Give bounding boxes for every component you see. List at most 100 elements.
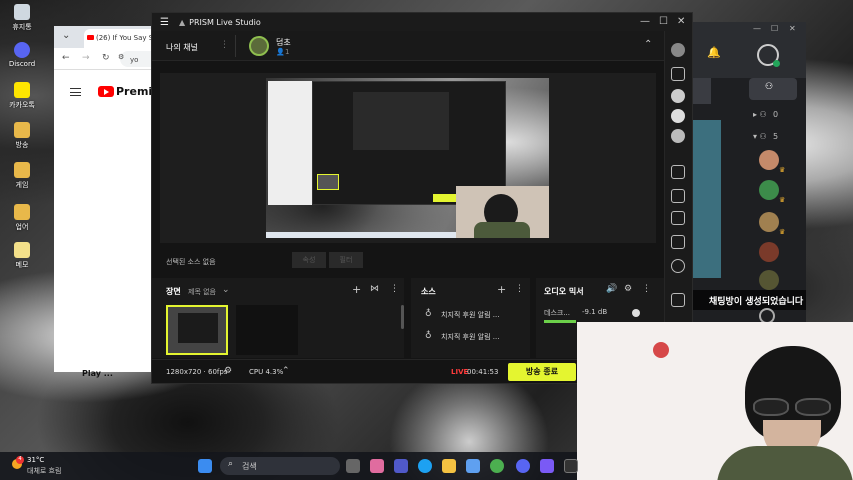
- prism-taskbar-icon[interactable]: [564, 459, 578, 473]
- scene-scrollbar[interactable]: [401, 305, 404, 329]
- category-1-count: 0: [773, 110, 779, 119]
- volume-slider-knob[interactable]: [632, 309, 640, 317]
- webcam-overlay: [577, 322, 853, 480]
- chevron-up-icon[interactable]: ⌃: [644, 39, 652, 50]
- reload-icon[interactable]: ↻: [102, 53, 110, 63]
- source-more-icon[interactable]: ⋮: [515, 284, 524, 294]
- channel-avatar[interactable]: [249, 36, 269, 56]
- discord-side-item[interactable]: [693, 78, 711, 104]
- dashboard-icon[interactable]: [671, 67, 685, 81]
- desktop-icon-discord[interactable]: Discord: [2, 42, 42, 68]
- audio-meter: [544, 320, 576, 323]
- scene-more-icon[interactable]: ⋮: [390, 284, 399, 294]
- maximize-icon[interactable]: ☐: [659, 16, 668, 27]
- discord-maximize-icon[interactable]: ☐: [771, 24, 778, 33]
- task-view-icon[interactable]: [346, 459, 360, 473]
- channel-bar: 나의 채널 ⋮ 덤초 👤 1 ⌃: [152, 31, 664, 61]
- teams-icon[interactable]: [394, 459, 408, 473]
- cpu-label: CPU 4.3%: [249, 368, 284, 376]
- add-scene-icon[interactable]: +: [352, 283, 361, 296]
- info-icon[interactable]: [671, 129, 685, 143]
- no-source-label: 선택된 소스 없음: [166, 258, 216, 266]
- site-settings-icon: ⚙: [118, 53, 125, 61]
- source-item[interactable]: ♁ 치지직 후원 알림 ...: [425, 309, 525, 321]
- youtube-logo-icon[interactable]: [98, 86, 114, 97]
- close-icon[interactable]: ✕: [677, 16, 685, 27]
- windows-start-icon[interactable]: [198, 459, 212, 473]
- member-avatar[interactable]: [759, 180, 779, 200]
- speaker-icon[interactable]: 🔊: [606, 284, 617, 294]
- scene-thumb-2[interactable]: [236, 305, 298, 355]
- output-settings-icon[interactable]: ⚙: [224, 366, 232, 376]
- youtube-icon: [87, 35, 94, 40]
- profile-icon[interactable]: [671, 43, 685, 57]
- source-toolbar: 선택된 소스 없음 속성 필터: [160, 250, 656, 270]
- forward-icon[interactable]: →: [82, 53, 90, 63]
- member-avatar[interactable]: [759, 270, 779, 290]
- weather-badge: 4: [16, 456, 24, 464]
- copy-icon[interactable]: [671, 211, 685, 225]
- end-broadcast-button[interactable]: 방송 종료: [508, 363, 576, 381]
- store-icon[interactable]: [466, 459, 480, 473]
- taskbar-search[interactable]: ⌕ 검색: [220, 457, 340, 475]
- add-user-icon: ⚇: [765, 82, 774, 92]
- camera-icon[interactable]: [671, 165, 685, 179]
- desktop-icon-memo[interactable]: 메모: [2, 242, 42, 270]
- preview-chrome: [268, 81, 314, 205]
- mixer-settings-icon[interactable]: ⚙: [624, 284, 632, 294]
- member-avatar[interactable]: [759, 150, 779, 170]
- app-title: PRISM Live Studio: [189, 17, 261, 27]
- menu-icon[interactable]: [70, 88, 81, 96]
- screen-capture-icon[interactable]: [671, 189, 685, 203]
- scene-panel: 장면 제목 없음 ⌄ + ⋈ ⋮: [152, 278, 404, 358]
- discord-close-icon[interactable]: ✕: [789, 24, 796, 33]
- app-icon[interactable]: [540, 459, 554, 473]
- desktop-icon-folder-3[interactable]: 업어: [2, 204, 42, 232]
- chevron-down-icon[interactable]: ⌄: [222, 285, 230, 295]
- crown-icon: ♛: [779, 166, 786, 174]
- chat-icon[interactable]: [671, 109, 685, 123]
- bell-icon[interactable]: 🔔: [707, 46, 721, 59]
- plugin-icon[interactable]: [671, 293, 685, 307]
- webcam-sunglasses: [795, 398, 831, 416]
- mixer-more-icon[interactable]: ⋮: [642, 284, 651, 294]
- scene-name[interactable]: 제목 없음: [188, 287, 216, 297]
- live-timer: 00:41:53: [467, 368, 499, 376]
- mixer-device-name: 데스크...: [544, 309, 570, 317]
- desktop-icon-folder-broadcast[interactable]: 방송: [2, 122, 42, 150]
- desktop-icon-kakaotalk[interactable]: 카카오톡: [2, 82, 42, 110]
- preview-area[interactable]: [160, 73, 656, 243]
- discord-minimize-icon[interactable]: —: [753, 24, 761, 33]
- scene-transition-icon[interactable]: ⋈: [370, 284, 379, 294]
- scene-thumb-1[interactable]: [166, 305, 228, 355]
- source-item[interactable]: ♁ 치지직 후원 알림 ...: [425, 331, 525, 343]
- people-icon[interactable]: [671, 89, 685, 103]
- add-source-icon[interactable]: +: [497, 283, 506, 296]
- audio-mixer-label: 오디오 믹서: [544, 287, 584, 296]
- discord-taskbar-icon[interactable]: [516, 459, 530, 473]
- minimize-icon[interactable]: —: [640, 16, 650, 27]
- member-avatar[interactable]: [759, 242, 779, 262]
- add-friend-button[interactable]: ⚇: [749, 78, 797, 100]
- filter-button[interactable]: 필터: [329, 252, 363, 268]
- chevron-up-icon[interactable]: ⌃: [282, 366, 290, 376]
- desktop-icon-recycle[interactable]: 휴지통: [2, 4, 42, 32]
- heart-icon[interactable]: [671, 259, 685, 273]
- properties-button[interactable]: 속성: [292, 252, 326, 268]
- copilot-icon[interactable]: [370, 459, 384, 473]
- back-icon[interactable]: ←: [62, 53, 70, 63]
- draw-icon[interactable]: [671, 235, 685, 249]
- tab-list-icon[interactable]: ⌄: [62, 30, 70, 41]
- member-avatar[interactable]: [759, 212, 779, 232]
- more-icon[interactable]: ⋮: [220, 40, 229, 50]
- folder-icon: [14, 122, 30, 138]
- video-title[interactable]: Play ...: [82, 369, 113, 378]
- edge-icon[interactable]: [418, 459, 432, 473]
- desktop-icon-folder-game[interactable]: 게임: [2, 162, 42, 190]
- weather-desc: 대체로 흐림: [27, 467, 62, 475]
- hamburger-icon[interactable]: ☰: [160, 17, 169, 28]
- category-2-chevron[interactable]: ▾ ⚇: [753, 132, 767, 141]
- category-1-chevron[interactable]: ▸ ⚇: [753, 110, 767, 119]
- file-explorer-icon[interactable]: [442, 459, 456, 473]
- chrome-icon[interactable]: [490, 459, 504, 473]
